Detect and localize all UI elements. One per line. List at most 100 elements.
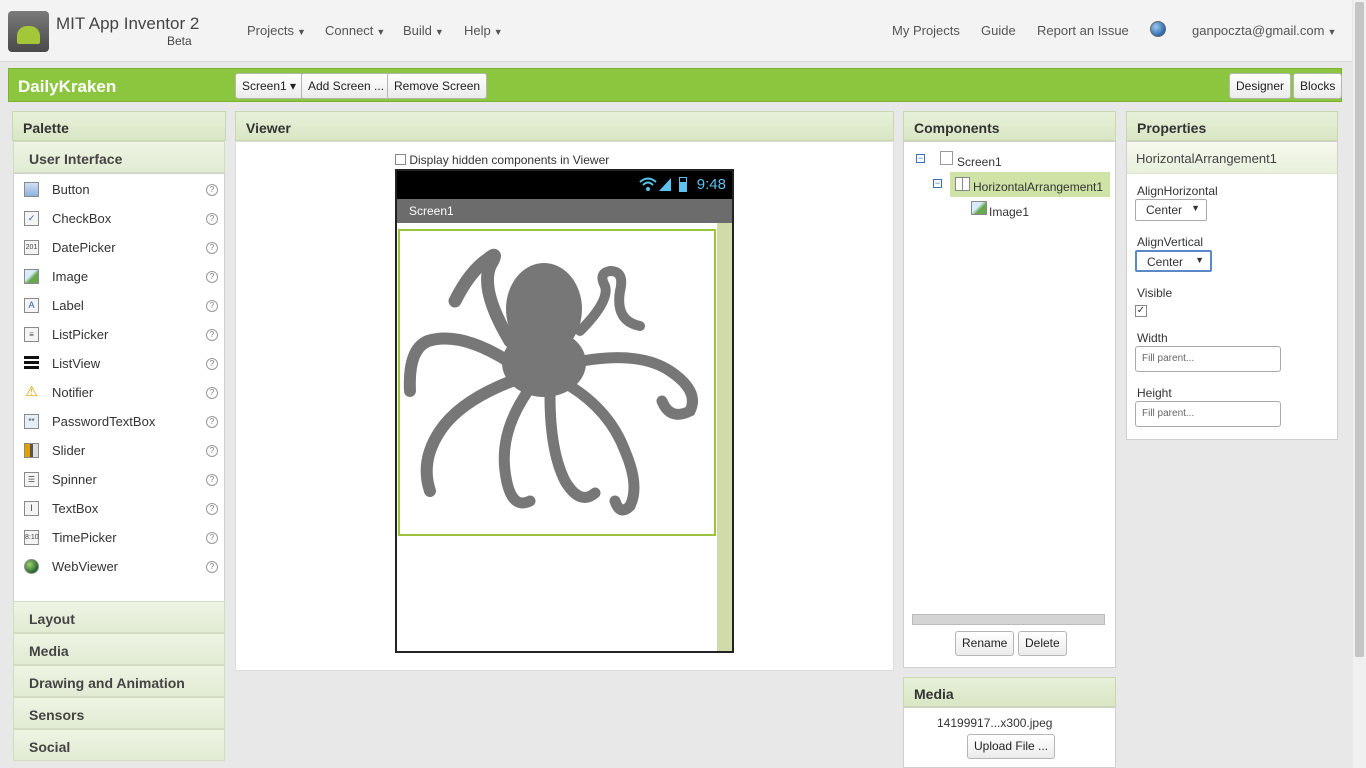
- palette-section-social[interactable]: Social: [13, 729, 225, 761]
- help-icon[interactable]: ?: [206, 387, 218, 399]
- tree-item-horizontalarrangement1[interactable]: HorizontalArrangement1: [973, 180, 1103, 194]
- palette-section-sensors[interactable]: Sensors: [13, 697, 225, 729]
- palette-item-textbox[interactable]: I TextBox ?: [14, 495, 224, 524]
- viewer-header: Viewer: [235, 111, 894, 141]
- phone-scrollbar[interactable]: [717, 223, 732, 651]
- palette-item-timepicker[interactable]: 8:10 TimePicker ?: [14, 524, 224, 553]
- account-menu[interactable]: ganpoczta@gmail.com ▼: [1192, 23, 1336, 38]
- page-scrollbar[interactable]: [1353, 0, 1366, 768]
- align-vertical-select[interactable]: Center ▼: [1135, 250, 1212, 272]
- components-hscrollbar[interactable]: [912, 614, 1105, 625]
- help-icon[interactable]: ?: [206, 213, 218, 225]
- help-icon[interactable]: ?: [206, 503, 218, 515]
- page-scrollbar-thumb[interactable]: [1355, 2, 1364, 657]
- help-icon[interactable]: ?: [206, 300, 218, 312]
- palette-item-notifier[interactable]: ⚠ Notifier ?: [14, 379, 224, 408]
- display-hidden-checkbox[interactable]: [395, 154, 406, 165]
- help-icon[interactable]: ?: [206, 329, 218, 341]
- designer-button[interactable]: Designer: [1229, 73, 1292, 99]
- palette-item-image[interactable]: Image ?: [14, 263, 224, 292]
- properties-header: Properties: [1126, 111, 1338, 141]
- slider-icon: [24, 443, 39, 458]
- properties-component-name: HorizontalArrangement1: [1136, 151, 1277, 166]
- help-icon[interactable]: ?: [206, 242, 218, 254]
- palette-item-listview[interactable]: ListView ?: [14, 350, 224, 379]
- palette-item-listpicker[interactable]: ≡ ListPicker ?: [14, 321, 224, 350]
- menu-build[interactable]: Build ▼: [403, 23, 444, 38]
- display-hidden-toggle[interactable]: Display hidden components in Viewer: [395, 153, 609, 167]
- align-vertical-label: AlignVertical: [1137, 235, 1204, 249]
- palette-item-slider[interactable]: Slider ?: [14, 437, 224, 466]
- palette-section-layout[interactable]: Layout: [13, 601, 225, 633]
- help-icon[interactable]: ?: [206, 184, 218, 196]
- spinner-icon: ☰: [24, 472, 39, 487]
- signal-icon: [659, 178, 671, 191]
- palette-section-user-interface[interactable]: User Interface: [13, 141, 225, 173]
- media-header: Media: [903, 677, 1116, 707]
- palette-item-checkbox[interactable]: ✓ CheckBox ?: [14, 205, 224, 234]
- menu-connect[interactable]: Connect ▼: [325, 23, 385, 38]
- palette-item-button[interactable]: Button ?: [14, 176, 224, 205]
- visible-checkbox[interactable]: ✓: [1135, 305, 1147, 317]
- help-icon[interactable]: ?: [206, 416, 218, 428]
- components-header: Components: [903, 111, 1116, 141]
- tree-item-screen1[interactable]: Screen1: [957, 155, 1002, 169]
- menu-projects[interactable]: Projects ▼: [247, 23, 306, 38]
- palette-item-datepicker[interactable]: 201 DatePicker ?: [14, 234, 224, 263]
- palette-item-webviewer[interactable]: WebViewer ?: [14, 553, 224, 582]
- blocks-button[interactable]: Blocks: [1293, 73, 1343, 99]
- palette-section-media[interactable]: Media: [13, 633, 225, 665]
- button-icon: [24, 182, 39, 197]
- add-screen-button[interactable]: Add Screen ...: [301, 73, 392, 99]
- horizontal-arrangement-preview[interactable]: [398, 229, 716, 536]
- rename-button[interactable]: Rename: [955, 631, 1015, 656]
- tree-item-image1[interactable]: Image1: [989, 205, 1029, 219]
- octopus-image[interactable]: [400, 231, 714, 534]
- align-horizontal-select[interactable]: Center ▼: [1135, 199, 1207, 221]
- horizontal-arrangement-icon: [955, 177, 970, 191]
- upload-file-button[interactable]: Upload File ...: [967, 734, 1056, 759]
- chevron-down-icon: ▼: [434, 27, 444, 37]
- palette-item-label[interactable]: A Label ?: [14, 292, 224, 321]
- chevron-down-icon: ▼: [493, 27, 503, 37]
- brand-title: MIT App Inventor 2: [56, 14, 200, 33]
- language-globe-icon[interactable]: [1150, 21, 1166, 37]
- listpicker-icon: ≡: [24, 327, 39, 342]
- help-icon[interactable]: ?: [206, 445, 218, 457]
- app-inventor-logo-icon[interactable]: [8, 11, 49, 52]
- phone-clock: 9:48: [696, 176, 726, 193]
- palette-item-passwordtextbox[interactable]: ** PasswordTextBox ?: [14, 408, 224, 437]
- help-icon[interactable]: ?: [206, 561, 218, 573]
- brand-beta: Beta: [167, 34, 192, 48]
- palette-item-spinner[interactable]: ☰ Spinner ?: [14, 466, 224, 495]
- width-input[interactable]: Fill parent...: [1135, 346, 1281, 372]
- dropdown-arrow-icon: ▼: [1191, 203, 1200, 213]
- remove-screen-button[interactable]: Remove Screen: [387, 73, 488, 99]
- align-horizontal-label: AlignHorizontal: [1137, 184, 1218, 198]
- phone-status-bar: 9:48: [397, 171, 732, 199]
- palette-section-drawing-animation[interactable]: Drawing and Animation: [13, 665, 225, 697]
- link-report-issue[interactable]: Report an Issue: [1037, 23, 1129, 38]
- wifi-icon: [639, 177, 657, 191]
- link-guide[interactable]: Guide: [981, 23, 1016, 38]
- chevron-down-icon: ▼: [376, 27, 386, 37]
- image-icon: [24, 269, 39, 284]
- help-icon[interactable]: ?: [206, 532, 218, 544]
- chevron-down-icon: ▼: [1327, 27, 1337, 37]
- display-hidden-label: Display hidden components in Viewer: [409, 153, 610, 167]
- project-name: DailyKraken: [18, 77, 117, 96]
- collapse-screen1-icon[interactable]: −: [916, 154, 925, 163]
- help-icon[interactable]: ?: [206, 474, 218, 486]
- checkbox-icon: ✓: [24, 211, 39, 226]
- link-my-projects[interactable]: My Projects: [892, 23, 960, 38]
- help-icon[interactable]: ?: [206, 358, 218, 370]
- menu-help[interactable]: Help ▼: [464, 23, 503, 38]
- media-file-item[interactable]: 14199917...x300.jpeg: [937, 716, 1052, 730]
- collapse-harr-icon[interactable]: −: [933, 179, 942, 188]
- screen-select-button[interactable]: Screen1 ▾: [235, 73, 304, 99]
- height-input[interactable]: Fill parent...: [1135, 401, 1281, 427]
- visible-label: Visible: [1137, 286, 1173, 300]
- delete-button[interactable]: Delete: [1018, 631, 1067, 656]
- label-icon: A: [24, 298, 39, 313]
- help-icon[interactable]: ?: [206, 271, 218, 283]
